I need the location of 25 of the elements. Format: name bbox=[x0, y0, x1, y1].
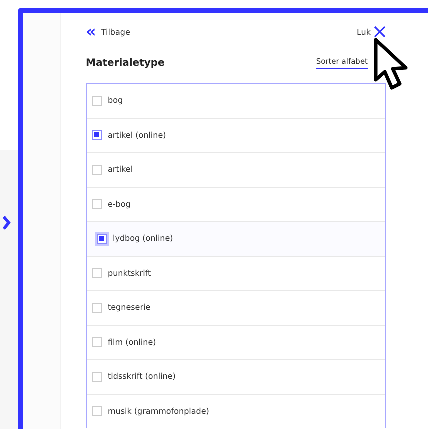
close-button[interactable]: Luk bbox=[356, 26, 386, 38]
checkbox[interactable] bbox=[92, 130, 102, 140]
checkbox[interactable] bbox=[92, 96, 102, 106]
checkbox-option[interactable]: artikel (online) bbox=[87, 118, 385, 152]
section-heading: Materialetype bbox=[86, 58, 165, 68]
checkbox-option[interactable]: tidsskrift (online) bbox=[87, 359, 385, 394]
checkbox[interactable] bbox=[92, 164, 102, 175]
checkbox[interactable] bbox=[92, 268, 102, 278]
checkbox[interactable] bbox=[92, 302, 102, 313]
checkbox-option[interactable]: film (online) bbox=[87, 324, 385, 359]
checkbox-option[interactable]: tegneserie bbox=[87, 290, 385, 324]
checkbox-option[interactable]: bog bbox=[87, 84, 385, 118]
close-icon bbox=[374, 26, 386, 38]
checkbox[interactable] bbox=[92, 337, 102, 348]
double-chevron-left-icon: « bbox=[86, 24, 96, 40]
checkbox-option[interactable]: punktskrift bbox=[87, 256, 385, 290]
checkbox[interactable] bbox=[92, 406, 102, 416]
checkbox-option[interactable]: musik (grammofonplade) bbox=[87, 394, 385, 428]
checkbox[interactable] bbox=[92, 199, 102, 210]
checkbox-option[interactable]: artikel bbox=[87, 152, 385, 186]
checkbox-option[interactable]: lydbog (online) bbox=[87, 221, 385, 256]
checkbox[interactable] bbox=[92, 372, 102, 382]
checkbox[interactable] bbox=[97, 234, 107, 244]
back-link[interactable]: « Tilbage bbox=[86, 24, 130, 40]
chevron-right-icon[interactable] bbox=[3, 216, 11, 230]
